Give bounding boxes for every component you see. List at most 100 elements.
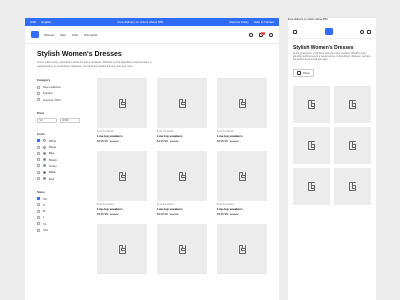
product-name[interactable]: Low-top sneakers xyxy=(157,134,207,138)
cart-icon[interactable] xyxy=(367,29,371,34)
product-card[interactable] xyxy=(293,127,330,165)
product-image-placeholder[interactable] xyxy=(293,127,330,165)
product-card[interactable] xyxy=(157,224,207,275)
product-card[interactable] xyxy=(293,168,330,206)
checkbox[interactable] xyxy=(37,197,40,201)
language-selector[interactable]: English xyxy=(41,20,51,24)
product-image-placeholder[interactable] xyxy=(334,168,371,206)
color-option-blue[interactable]: Blue xyxy=(37,151,87,155)
product-name[interactable]: Low-top sneakers xyxy=(97,134,147,138)
checkbox[interactable] xyxy=(37,209,40,213)
image-file-icon xyxy=(308,182,315,192)
user-icon[interactable] xyxy=(269,32,273,37)
product-image-placeholder[interactable] xyxy=(97,151,147,202)
checkbox[interactable] xyxy=(37,98,40,102)
help-link[interactable]: Help & Contact xyxy=(254,20,274,24)
filter-option[interactable]: Popular xyxy=(37,91,87,95)
search-icon[interactable] xyxy=(360,29,364,34)
size-option[interactable]: S xyxy=(37,203,87,207)
filter-option-label: Beige xyxy=(49,145,57,150)
filter-option-label: XXL xyxy=(43,228,49,233)
menu-icon[interactable] xyxy=(293,29,297,34)
nav-link-men[interactable]: Men xyxy=(60,33,66,37)
product-card[interactable]: Ihnet & Carlotta Low-top sneakers $139.99 $… xyxy=(157,78,207,143)
product-card[interactable] xyxy=(334,127,371,165)
checkbox[interactable] xyxy=(37,177,40,181)
size-option[interactable]: XL xyxy=(37,222,87,226)
checkbox[interactable] xyxy=(37,164,40,168)
product-card[interactable] xyxy=(334,168,371,206)
product-price: $139.99 xyxy=(97,212,108,217)
product-card[interactable]: Ihnet & Carlotta Low-top sneakers $139.99 $… xyxy=(217,151,267,216)
product-card[interactable] xyxy=(217,224,267,275)
checkbox[interactable] xyxy=(37,228,40,232)
color-swatch xyxy=(43,139,46,143)
cart-icon[interactable]: 2 xyxy=(259,31,265,37)
price-max-input[interactable]: $ 999 xyxy=(60,117,80,123)
product-card[interactable] xyxy=(97,224,147,275)
product-image-placeholder[interactable] xyxy=(293,168,330,206)
color-option-black[interactable]: Black xyxy=(37,170,87,174)
color-option-beige[interactable]: Beige xyxy=(37,145,87,149)
product-image-placeholder[interactable] xyxy=(97,78,147,129)
product-image-placeholder[interactable] xyxy=(217,224,267,275)
product-brand: Ihnet & Carlotta xyxy=(157,130,174,134)
nav-link-kids[interactable]: Kids xyxy=(72,33,78,37)
color-option-green[interactable]: Green xyxy=(37,164,87,168)
checkbox[interactable] xyxy=(37,151,40,155)
product-card[interactable] xyxy=(334,86,371,124)
product-image-placeholder[interactable] xyxy=(334,86,371,124)
product-image-placeholder[interactable] xyxy=(97,224,147,275)
filter-option[interactable]: Summer 2024 xyxy=(37,98,87,102)
product-image-placeholder[interactable] xyxy=(217,151,267,202)
size-option[interactable]: XS xyxy=(37,197,87,201)
product-card[interactable]: Ihnet & Carlotta Low-top sneakers $139.99 $… xyxy=(217,78,267,143)
product-image-placeholder[interactable] xyxy=(157,151,207,202)
checkbox[interactable] xyxy=(37,215,40,219)
checkbox[interactable] xyxy=(37,170,40,174)
filters-button[interactable]: Filters xyxy=(293,69,314,78)
checkbox[interactable] xyxy=(37,139,40,143)
product-image-placeholder[interactable] xyxy=(293,86,330,124)
checkbox[interactable] xyxy=(37,203,40,207)
nav-link-women[interactable]: Women xyxy=(44,33,54,37)
color-option-red[interactable]: Red xyxy=(37,177,87,181)
store-logo[interactable] xyxy=(31,31,39,38)
color-option-brown[interactable]: Brown xyxy=(37,158,87,162)
checkbox[interactable] xyxy=(37,91,40,95)
size-option[interactable]: M xyxy=(37,209,87,213)
product-card[interactable] xyxy=(293,86,330,124)
product-image-placeholder[interactable] xyxy=(334,127,371,165)
color-option-white[interactable]: White xyxy=(37,139,87,143)
checkbox[interactable] xyxy=(37,85,40,89)
product-name[interactable]: Low-top sneakers xyxy=(157,207,207,211)
product-image-placeholder[interactable] xyxy=(157,224,207,275)
checkbox[interactable] xyxy=(37,145,40,149)
store-logo[interactable] xyxy=(324,28,333,35)
product-card[interactable]: Ihnet & Carlotta Low-top sneakers $139.99 $… xyxy=(97,151,147,216)
product-card[interactable]: Ihnet & Carlotta Low-top sneakers $139.99 $… xyxy=(157,151,207,216)
search-icon[interactable] xyxy=(249,32,253,37)
checkbox[interactable] xyxy=(37,158,40,162)
product-image-placeholder[interactable] xyxy=(157,78,207,129)
filter-heading: Category xyxy=(37,78,51,83)
product-old-price: $149.99 xyxy=(109,140,119,144)
product-name[interactable]: Low-top sneakers xyxy=(217,134,267,138)
product-card[interactable]: Ihnet & Carlotta Low-top sneakers $139.99 $… xyxy=(97,78,147,143)
product-old-price: $149.99 xyxy=(169,213,179,217)
product-image-placeholder[interactable] xyxy=(217,78,267,129)
size-option[interactable]: L xyxy=(37,215,87,219)
image-file-icon xyxy=(178,244,186,254)
size-option[interactable]: XXL xyxy=(37,228,87,232)
nav-link-gift-cards[interactable]: Gift Cards xyxy=(84,33,98,37)
mobile-nav xyxy=(288,25,376,39)
product-name[interactable]: Low-top sneakers xyxy=(97,207,147,211)
checkbox[interactable] xyxy=(37,222,40,226)
filter-option-label: Red xyxy=(49,176,55,181)
filter-option[interactable]: New collection xyxy=(37,85,87,89)
price-min-input[interactable]: $ 0 xyxy=(37,117,57,123)
product-name[interactable]: Low-top sneakers xyxy=(217,207,267,211)
filter-color: Color White Beige Blue Brown Green Black… xyxy=(37,132,87,181)
returns-link[interactable]: Returns Policy xyxy=(229,20,248,24)
currency-selector[interactable]: USD xyxy=(30,20,36,24)
